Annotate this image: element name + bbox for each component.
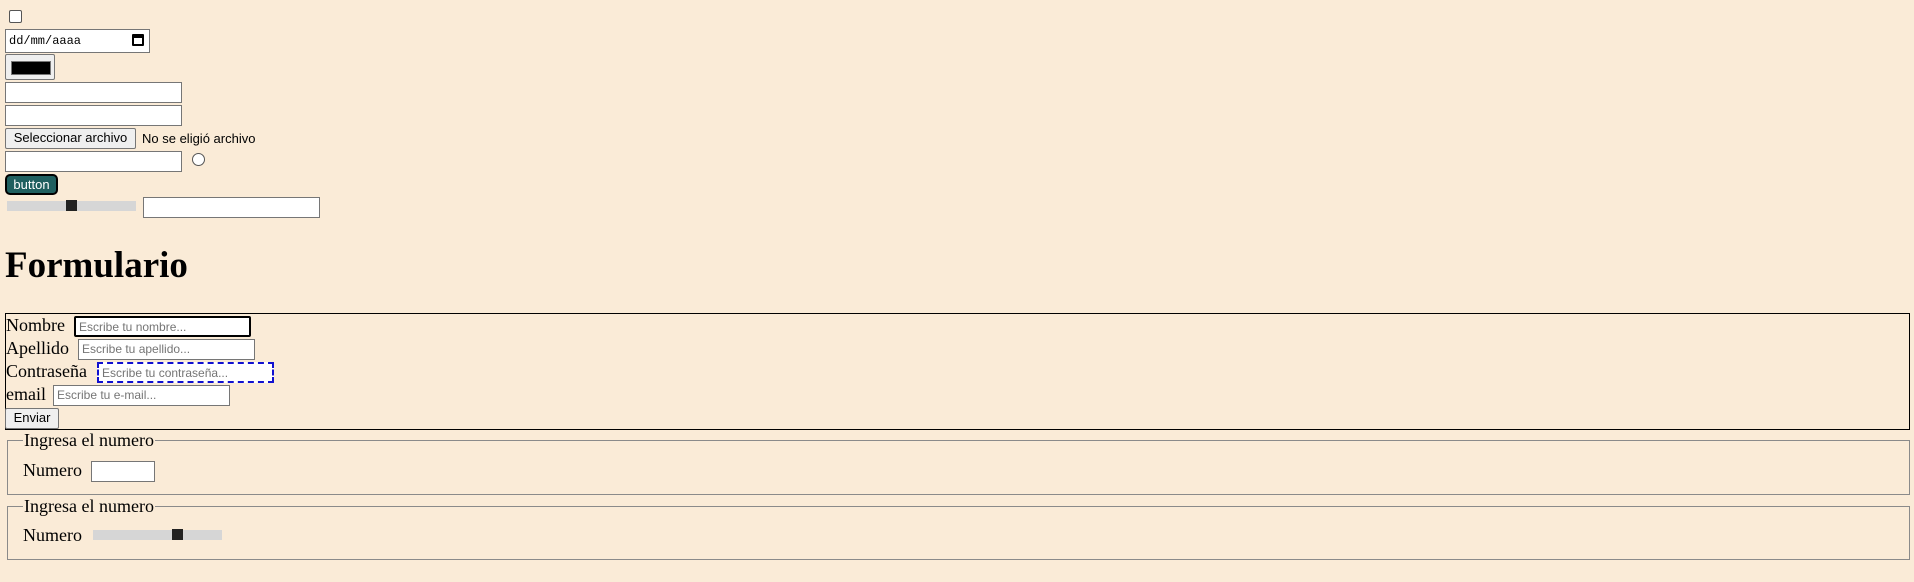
calendar-icon[interactable] — [132, 34, 144, 46]
number-input[interactable] — [91, 461, 155, 482]
fieldset-range-legend: Ingresa el numero — [23, 496, 155, 516]
email-label: email — [6, 384, 46, 404]
color-swatch — [11, 61, 51, 75]
range-thumb-bottom[interactable] — [172, 529, 183, 540]
nombre-input[interactable]: Escribe tu nombre... — [74, 316, 251, 337]
email-input[interactable]: Escribe tu e-mail... — [53, 385, 230, 406]
range-slider-bottom[interactable] — [93, 530, 222, 540]
number-label: Numero — [23, 460, 82, 480]
fieldset-range — [7, 506, 1910, 560]
checkbox[interactable] — [9, 10, 22, 23]
range-number-label: Numero — [23, 525, 82, 545]
text-input-2[interactable] — [5, 105, 182, 126]
page-title: Formulario — [5, 245, 188, 286]
color-input[interactable] — [5, 54, 55, 80]
fieldset-number — [7, 440, 1910, 495]
apellido-label: Apellido — [6, 338, 69, 358]
file-select-button[interactable]: Seleccionar archivo — [5, 128, 136, 149]
file-status-text: No se eligió archivo — [142, 131, 256, 146]
form-container — [5, 313, 1910, 430]
custom-button[interactable]: button — [5, 174, 58, 195]
range-thumb-top[interactable] — [66, 200, 77, 211]
text-input-3[interactable] — [5, 151, 182, 172]
enviar-button[interactable]: Enviar — [5, 408, 59, 429]
date-input[interactable]: dd/mm/aaaa — [5, 29, 150, 53]
fieldset-number-legend: Ingresa el numero — [23, 430, 155, 450]
radio-button[interactable] — [192, 153, 205, 166]
apellido-input[interactable]: Escribe tu apellido... — [78, 339, 255, 360]
nombre-label: Nombre — [6, 315, 65, 335]
contrasena-label: Contraseña — [6, 361, 87, 381]
text-input-4[interactable] — [143, 197, 320, 218]
text-input-1[interactable] — [5, 82, 182, 103]
date-placeholder: dd/mm/aaaa — [9, 34, 82, 48]
contrasena-input[interactable]: Escribe tu contraseña... — [97, 362, 274, 383]
